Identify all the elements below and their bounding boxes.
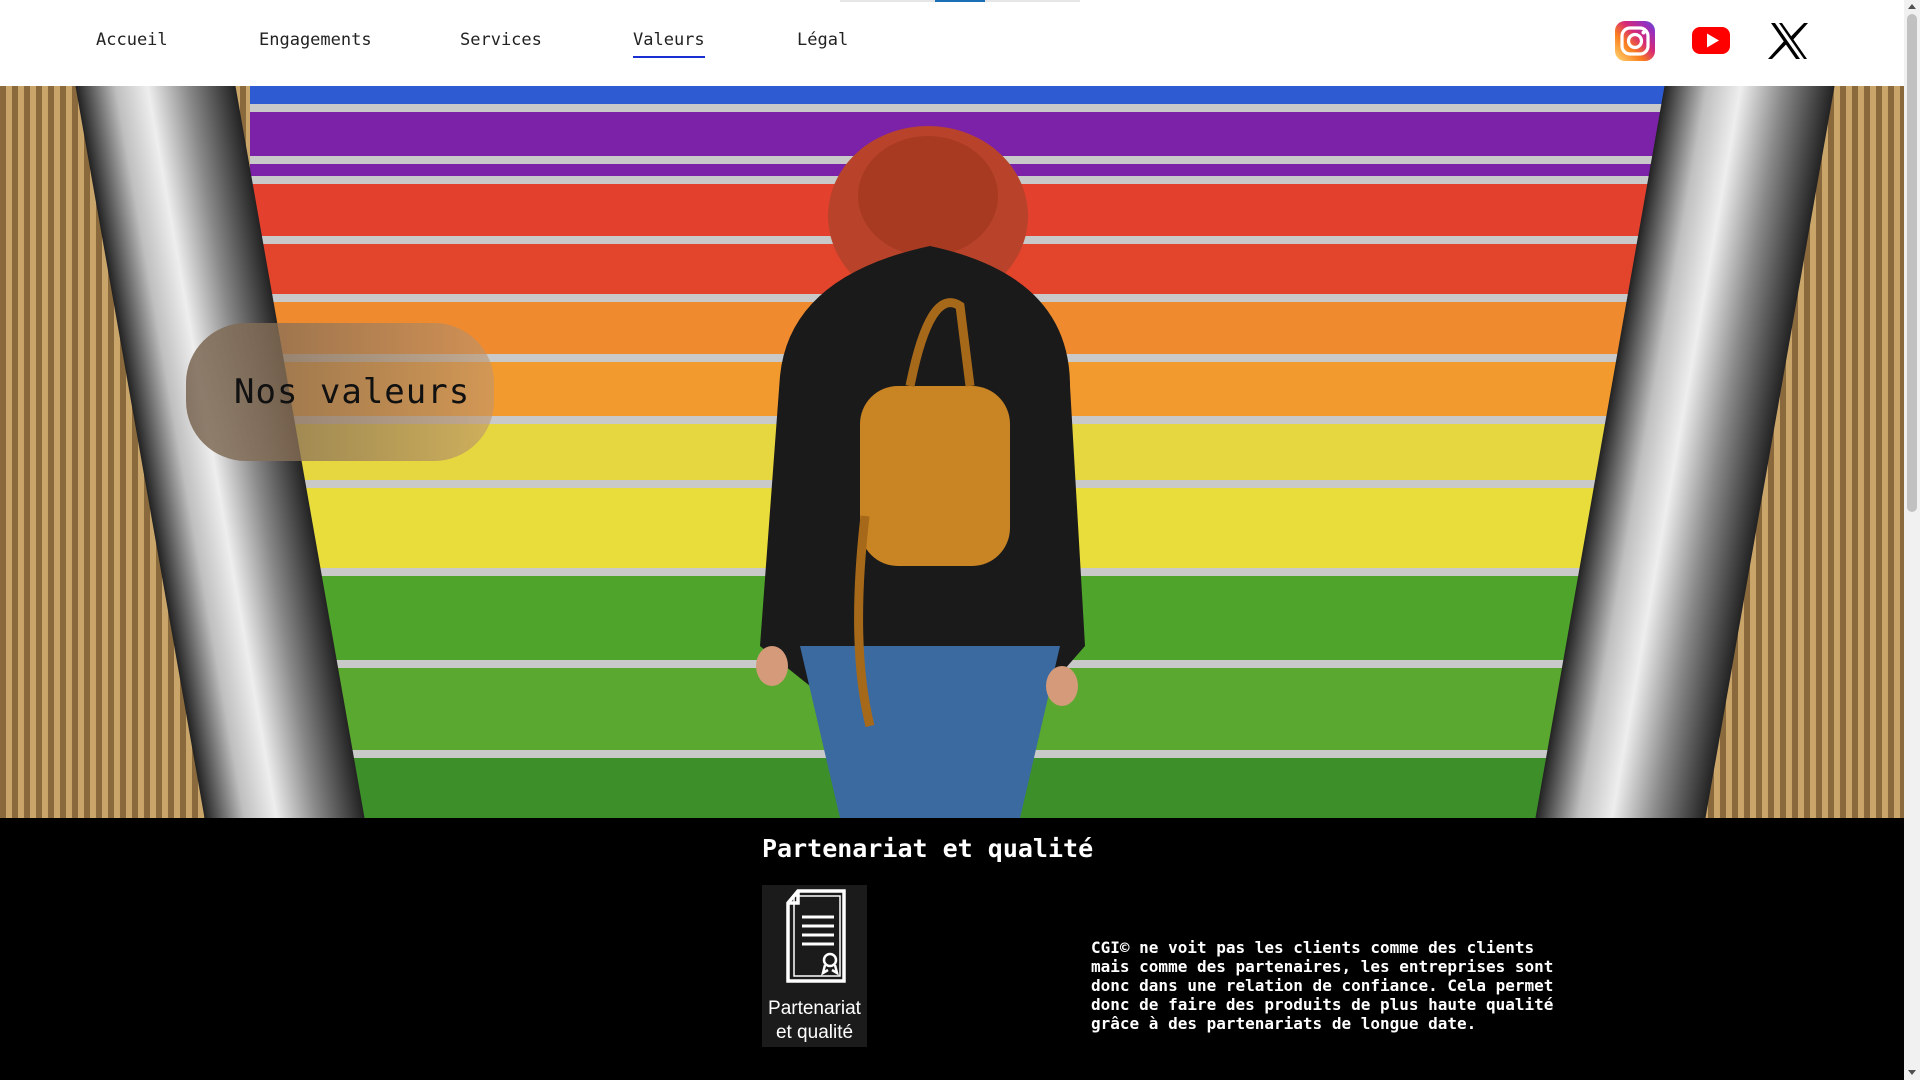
card-label-line-1: Partenariat [768,998,861,1019]
scroll-down-arrow[interactable] [1908,1070,1916,1075]
scroll-indicator-active [935,0,985,2]
top-navigation: Accueil Engagements Services Valeurs Lég… [0,0,1904,86]
nav-item-engagements[interactable]: Engagements [259,30,372,56]
hero-title: Nos valeurs [234,372,471,412]
nav-item-accueil[interactable]: Accueil [96,30,168,56]
instagram-icon[interactable] [1614,20,1656,62]
card-label: Partenariat et qualité [762,997,867,1045]
section-paragraph: CGI© ne voit pas les clients comme des c… [1091,938,1554,1033]
scroll-up-arrow[interactable] [1908,4,1916,9]
vertical-scrollbar[interactable] [1904,0,1920,1080]
section-title: Partenariat et qualité [762,834,1094,863]
card-label-line-2: et qualité [775,1022,854,1043]
hero-banner: Nos valeurs [0,86,1904,818]
scrollbar-thumb[interactable] [1907,14,1917,512]
certificate-icon [786,889,846,983]
youtube-icon[interactable] [1690,20,1732,62]
hero-title-badge: Nos valeurs [186,323,494,461]
x-icon[interactable] [1768,20,1810,62]
value-card[interactable]: Partenariat et qualité [762,885,867,1047]
nav-item-valeurs[interactable]: Valeurs [633,30,705,58]
nav-item-legal[interactable]: Légal [797,30,848,56]
nav-item-services[interactable]: Services [460,30,542,56]
